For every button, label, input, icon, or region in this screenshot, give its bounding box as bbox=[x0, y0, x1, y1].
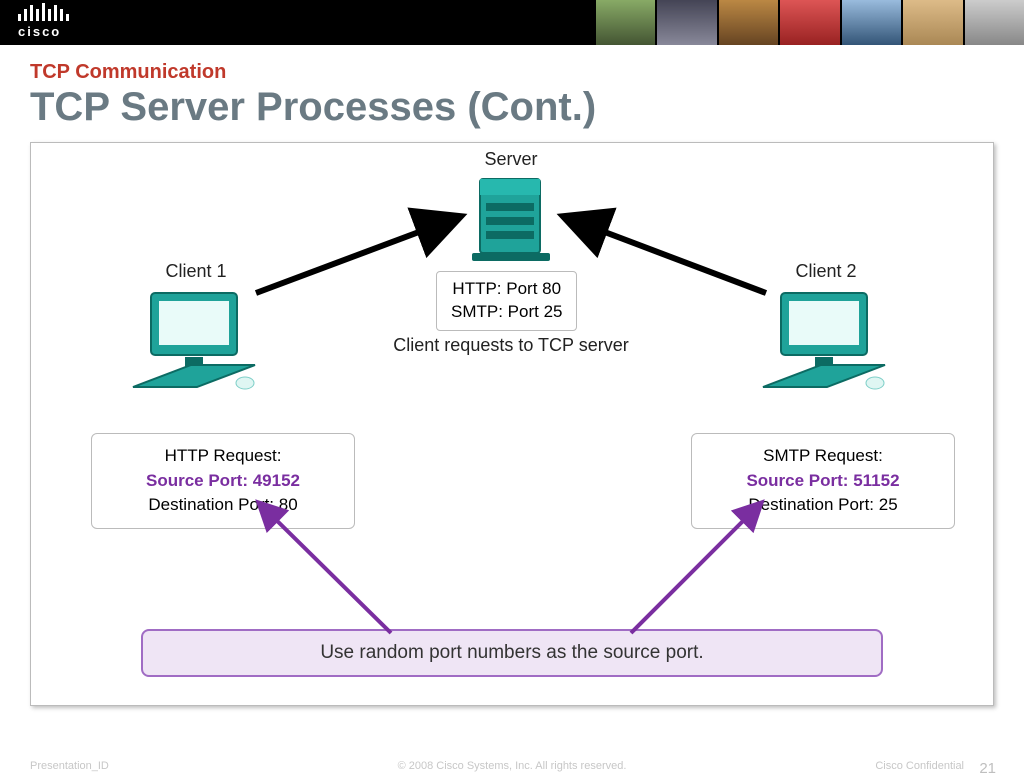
smtp-dest-port: Destination Port: 25 bbox=[708, 493, 938, 518]
footer-page: 21 bbox=[979, 760, 996, 777]
server-label: Server bbox=[461, 149, 561, 170]
server-icon bbox=[466, 173, 558, 265]
callout-text: Use random port numbers as the source po… bbox=[320, 642, 703, 664]
arrow-client2-to-server bbox=[565, 217, 766, 293]
diagram-frame: Server Client 1 Client 2 HTTP: Port 80 S… bbox=[30, 142, 994, 706]
smtp-source-port: Source Port: 51152 bbox=[708, 469, 938, 494]
top-banner: cisco bbox=[0, 0, 1024, 45]
client1-label: Client 1 bbox=[146, 261, 246, 282]
slide-headings: TCP Communication TCP Server Processes (… bbox=[0, 45, 1024, 136]
decorative-photostrip bbox=[594, 0, 1024, 45]
client1-computer-icon bbox=[127, 287, 267, 397]
http-dest-port: Destination Port: 80 bbox=[108, 493, 338, 518]
http-request-title: HTTP Request: bbox=[108, 444, 338, 469]
cisco-bars-icon bbox=[18, 3, 69, 21]
source-port-callout: Use random port numbers as the source po… bbox=[141, 629, 883, 677]
client2-label: Client 2 bbox=[776, 261, 876, 282]
client2-computer-icon bbox=[757, 287, 897, 397]
smtp-request-box: SMTP Request: Source Port: 51152 Destina… bbox=[691, 433, 955, 529]
http-request-box: HTTP Request: Source Port: 49152 Destina… bbox=[91, 433, 355, 529]
diagram-caption: Client requests to TCP server bbox=[361, 335, 661, 356]
footer-center: © 2008 Cisco Systems, Inc. All rights re… bbox=[0, 760, 1024, 772]
http-source-port: Source Port: 49152 bbox=[108, 469, 338, 494]
footer-right: Cisco Confidential bbox=[875, 760, 964, 772]
ports-line-smtp: SMTP: Port 25 bbox=[451, 301, 562, 324]
server-ports-box: HTTP: Port 80 SMTP: Port 25 bbox=[436, 271, 577, 331]
smtp-request-title: SMTP Request: bbox=[708, 444, 938, 469]
slide-title: TCP Server Processes (Cont.) bbox=[30, 86, 994, 128]
slide-kicker: TCP Communication bbox=[30, 61, 994, 84]
arrow-client1-to-server bbox=[256, 217, 459, 293]
ports-line-http: HTTP: Port 80 bbox=[451, 278, 562, 301]
brand-text: cisco bbox=[18, 24, 61, 39]
